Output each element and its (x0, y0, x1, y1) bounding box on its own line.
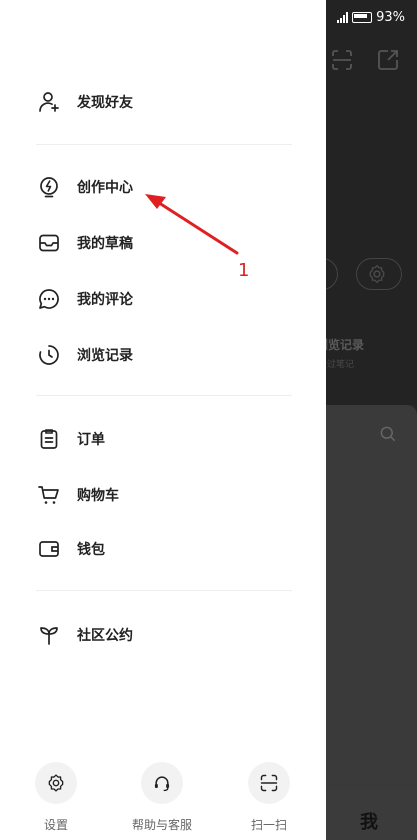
annotation-overlay: 1 (145, 194, 249, 281)
annotation-label: 1 (238, 260, 249, 281)
annotation-arrow (151, 197, 239, 255)
